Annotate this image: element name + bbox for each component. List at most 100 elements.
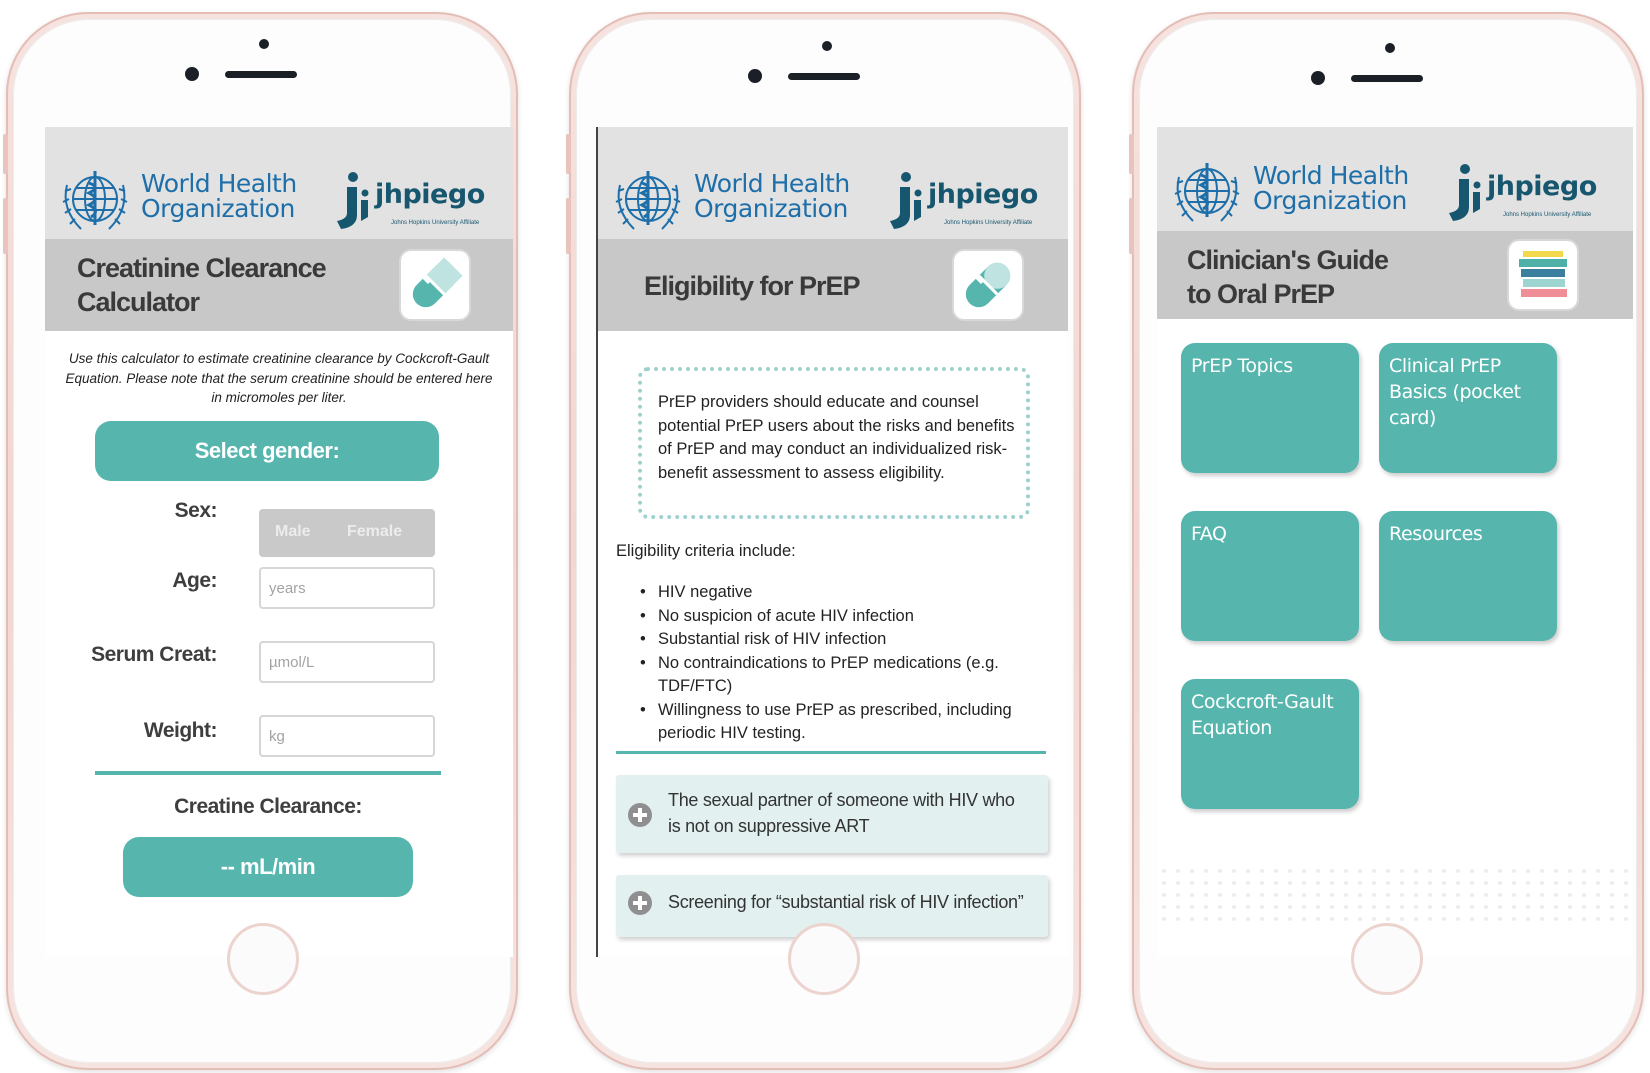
phone-calculator: World Health Organization jhpiego Johns … [3, 12, 518, 1070]
side-button [3, 134, 8, 174]
front-camera [1311, 71, 1325, 85]
divider [616, 751, 1046, 754]
tile-label: Resources [1389, 523, 1483, 545]
book-stack-icon [1509, 241, 1577, 309]
criteria-list: HIV negative No suspicion of acute HIV i… [636, 581, 1066, 746]
screen-eligibility: World Health Organization jhpiego Johns … [596, 127, 1068, 957]
sex-option-male[interactable]: Male [275, 523, 311, 541]
eligibility-callout: PrEP providers should educate and counse… [638, 367, 1030, 519]
who-wordmark: World Health Organization [1253, 163, 1409, 213]
screen-calculator: World Health Organization jhpiego Johns … [45, 127, 513, 957]
page-title: Creatinine Clearance Calculator [77, 251, 327, 319]
title-bar: Clinician's Guide to Oral PrEP [1157, 231, 1633, 319]
home-button[interactable] [788, 923, 860, 995]
callout-text: PrEP providers should educate and counse… [658, 393, 1015, 482]
accordion-label: The sexual partner of someone with HIV w… [668, 790, 1015, 836]
serum-creat-field[interactable]: µmol/L [259, 641, 435, 683]
plus-circle-icon [628, 891, 652, 915]
sensor-dot [259, 39, 269, 49]
decorative-pattern [1157, 865, 1633, 927]
serum-creat-placeholder: µmol/L [269, 654, 315, 671]
accordion-label: Screening for “substantial risk of HIV i… [668, 892, 1024, 912]
weight-label: Weight: [143, 719, 218, 742]
calculator-intro: Use this calculator to estimate creatini… [65, 351, 493, 405]
speaker-grille [788, 73, 860, 80]
home-button[interactable] [1351, 923, 1423, 995]
list-item: Substantial risk of HIV infection [636, 628, 1066, 652]
jhpiego-tagline: Johns Hopkins University Affiliate [391, 220, 480, 226]
phone-guide: World Health Organization jhpiego Johns … [1129, 12, 1644, 1070]
tile-resources[interactable]: Resources [1379, 511, 1557, 641]
page-title-line1: Creatinine Clearance [77, 253, 327, 283]
jhpiego-mark-icon [1449, 164, 1481, 221]
speaker-grille [225, 71, 297, 78]
screen-guide: World Health Organization jhpiego Johns … [1157, 127, 1633, 957]
logo-bar: World Health Organization jhpiego Johns … [598, 127, 1068, 239]
divider [95, 771, 441, 775]
jhpiego-mark-icon [337, 172, 369, 229]
who-emblem-icon [615, 171, 681, 230]
tile-label: Cockcroft-Gault Equation [1191, 691, 1334, 739]
phone-bezel: World Health Organization jhpiego Johns … [576, 19, 1074, 1063]
who-wordmark: World Health Organization [141, 171, 297, 221]
tile-label: FAQ [1191, 523, 1227, 545]
who-line1: World Health [694, 169, 850, 198]
sex-toggle: Male Female [259, 509, 435, 557]
who-emblem-icon [62, 171, 128, 230]
age-placeholder: years [269, 580, 306, 597]
pill-icon [401, 251, 469, 319]
result-value: -- mL/min [123, 837, 413, 897]
title-bar: Eligibility for PrEP [598, 239, 1068, 331]
sensor-dot [822, 41, 832, 51]
jhpiego-tagline: Johns Hopkins University Affiliate [944, 220, 1033, 226]
tile-label: Clinical PrEP Basics (pocket card) [1389, 355, 1521, 429]
who-line2: Organization [694, 194, 848, 223]
who-line1: World Health [1253, 161, 1409, 190]
jhpiego-wordmark: jhpiego [375, 179, 485, 210]
who-emblem-icon [1174, 163, 1240, 222]
criteria-heading: Eligibility criteria include: [616, 542, 796, 560]
side-button [566, 134, 571, 174]
jhpiego-wordmark: jhpiego [928, 179, 1038, 210]
logo-bar: World Health Organization jhpiego Johns … [1157, 127, 1633, 239]
tile-faq[interactable]: FAQ [1181, 511, 1359, 641]
who-line2: Organization [1253, 186, 1407, 215]
weight-placeholder: kg [269, 728, 285, 745]
serum-creat-label: Serum Creat: [91, 643, 217, 666]
result-label: Creatine Clearance: [174, 795, 362, 818]
accordion-sexual-partner[interactable]: The sexual partner of someone with HIV w… [616, 775, 1048, 853]
speaker-grille [1351, 75, 1423, 82]
who-wordmark: World Health Organization [694, 171, 850, 221]
side-button [566, 198, 571, 254]
side-button [1129, 198, 1134, 254]
side-button [3, 198, 8, 254]
age-field[interactable]: years [259, 567, 435, 609]
home-button[interactable] [227, 923, 299, 995]
sex-label: Sex: [174, 499, 218, 522]
who-line1: World Health [141, 169, 297, 198]
list-item: No contraindications to PrEP medications… [636, 652, 1028, 699]
pill-icon [954, 251, 1022, 319]
page-title-line2: Calculator [77, 287, 200, 317]
tile-label: PrEP Topics [1191, 355, 1293, 377]
jhpiego-mark-icon [890, 172, 922, 229]
side-button [1129, 134, 1134, 174]
list-item: HIV negative [636, 581, 1066, 605]
page-title-line1: Clinician's Guide [1187, 245, 1389, 275]
logo-bar: World Health Organization jhpiego Johns … [45, 127, 513, 239]
title-bar: Creatinine Clearance Calculator [45, 239, 513, 331]
jhpiego-tagline: Johns Hopkins University Affiliate [1503, 212, 1592, 218]
tile-prep-topics[interactable]: PrEP Topics [1181, 343, 1359, 473]
phone-bezel: World Health Organization jhpiego Johns … [13, 19, 513, 1063]
front-camera [748, 69, 762, 83]
who-line2: Organization [141, 194, 295, 223]
phone-bezel: World Health Organization jhpiego Johns … [1139, 19, 1637, 1063]
list-item: Willingness to use PrEP as prescribed, i… [636, 699, 1050, 746]
sex-option-female[interactable]: Female [347, 523, 402, 541]
list-item: No suspicion of acute HIV infection [636, 605, 1066, 629]
tile-clinical-prep-basics[interactable]: Clinical PrEP Basics (pocket card) [1379, 343, 1557, 473]
page-title: Clinician's Guide to Oral PrEP [1187, 243, 1389, 311]
tile-cockcroft-gault[interactable]: Cockcroft-Gault Equation [1181, 679, 1359, 809]
select-gender-button[interactable]: Select gender: [95, 421, 439, 481]
weight-field[interactable]: kg [259, 715, 435, 757]
